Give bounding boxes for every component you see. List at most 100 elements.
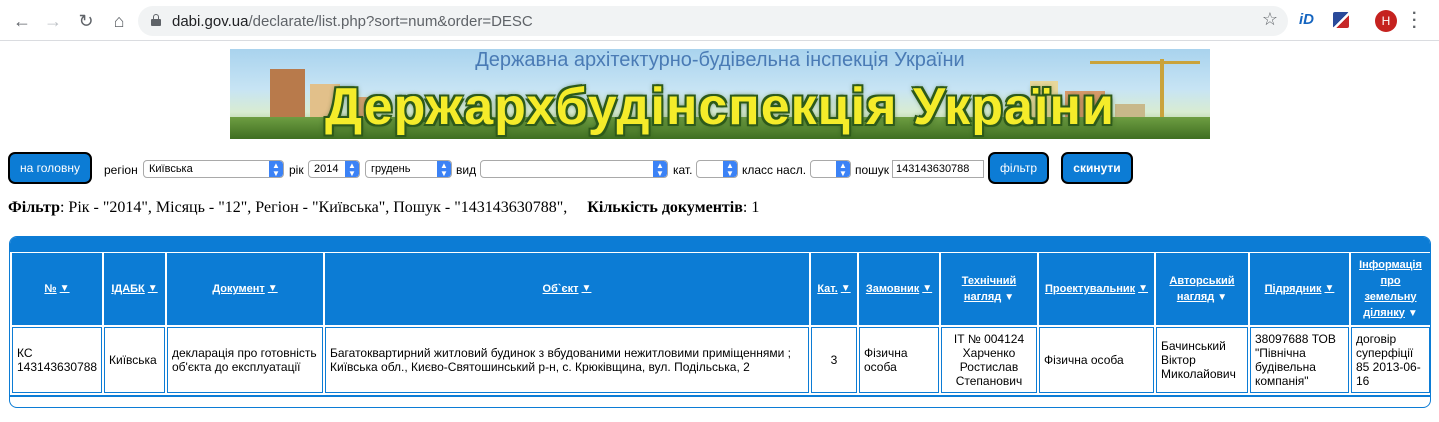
banner-subtitle: Державна архітектурно-будівельна інспекц…	[475, 49, 965, 71]
sort-desc-icon[interactable]: ▼	[60, 281, 70, 297]
reload-icon[interactable]: ↻	[74, 9, 98, 33]
cell-num-value: 143143630788	[17, 360, 98, 374]
class-select[interactable]: ▲ ▼	[810, 160, 851, 178]
back-arrow-icon[interactable]: ←	[10, 9, 34, 33]
year-select[interactable]: 2014 ▲ ▼	[308, 160, 360, 178]
declarations-table: № ▼ ІДАБК ▼ Документ ▼ Об`єкт ▼ Кат. ▼ Замовн…	[9, 236, 1431, 408]
filter-summary-label: Фільтр	[8, 199, 60, 216]
month-select[interactable]: грудень ▲ ▼	[365, 160, 452, 178]
sort-desc-icon[interactable]: ▼	[1004, 290, 1014, 306]
cell-author-line-3: Миколайович	[1161, 367, 1236, 381]
sort-desc-icon[interactable]: ▼	[922, 281, 932, 297]
sort-desc-icon[interactable]: ▼	[841, 281, 851, 297]
address-bar[interactable]: dabi.gov.ua/declarate/list.php?sort=num&…	[138, 6, 1288, 36]
header-idabk-label[interactable]: ІДАБК	[111, 281, 144, 297]
cell-contractor-line-4: компанія"	[1255, 374, 1309, 388]
cell-designer: Фізична особа	[1039, 327, 1154, 393]
header-document-label[interactable]: Документ	[212, 281, 264, 297]
header-author-label-1[interactable]: Авторський	[1169, 273, 1234, 289]
header-land-label-4[interactable]: ділянку	[1363, 307, 1405, 319]
sort-desc-icon[interactable]: ▼	[1217, 290, 1227, 306]
url-text: dabi.gov.ua/declarate/list.php?sort=num&…	[172, 13, 533, 30]
header-object-label[interactable]: Об`єкт	[543, 281, 579, 297]
cell-contractor: 38097688 ТОВ "Північна будівельна компанія"	[1250, 327, 1349, 393]
url-host: dabi.gov.ua	[172, 13, 249, 30]
header-idabk[interactable]: ІДАБК ▼	[104, 253, 165, 325]
header-num[interactable]: № ▼	[12, 253, 102, 325]
region-value: Київська	[149, 163, 193, 175]
region-label: регіон	[104, 163, 138, 177]
home-button[interactable]: на головну	[8, 152, 92, 184]
filter-summary: Фільтр: Рік - "2014", Місяць - "12", Рег…	[8, 199, 759, 217]
sort-desc-icon[interactable]: ▼	[268, 281, 278, 297]
document-count-label: Кількість документів	[587, 199, 743, 216]
header-cat[interactable]: Кат. ▼	[811, 253, 857, 325]
filter-bar: на головну регіон Київська ▲ ▼ рік 2014 ▲ ▼ …	[0, 152, 1439, 186]
forward-arrow-icon[interactable]: →	[41, 9, 65, 33]
cell-object: Багатоквартирний житловий будинок з вбуд…	[325, 327, 809, 393]
category-select[interactable]: ▲ ▼	[696, 160, 738, 178]
header-num-label[interactable]: №	[44, 281, 56, 297]
cell-object-line-2: Київська обл., Києво-Святошинський р-н, …	[330, 360, 750, 374]
cell-customer-line-2: особа	[864, 360, 897, 374]
cell-tech-line-2: Харченко	[962, 346, 1016, 360]
bookmark-star-icon[interactable]: ☆	[1262, 9, 1278, 30]
cell-land-line-2: суперфіції	[1356, 346, 1414, 360]
header-tech-label-2[interactable]: нагляд	[964, 291, 1001, 303]
cell-document-line-1: декларація про готовність	[172, 346, 317, 360]
cell-contractor-line-3: будівельна	[1255, 360, 1316, 374]
header-customer[interactable]: Замовник ▼	[859, 253, 939, 325]
header-land-info[interactable]: Інформація про земельну ділянку ▼	[1351, 253, 1430, 325]
header-land-label-3[interactable]: земельну	[1364, 289, 1416, 305]
sort-desc-icon[interactable]: ▼	[582, 281, 592, 297]
header-document[interactable]: Документ ▼	[167, 253, 323, 325]
select-arrows-icon: ▲ ▼	[723, 161, 737, 177]
more-menu-icon[interactable]: · · ·	[1412, 6, 1422, 36]
header-contractor-label[interactable]: Підрядник	[1265, 281, 1322, 297]
lock-icon	[151, 14, 161, 26]
year-label: рік	[289, 163, 304, 177]
header-designer[interactable]: Проектувальник ▼	[1039, 253, 1154, 325]
cell-num: КС 143143630788	[12, 327, 102, 393]
header-land-label-2[interactable]: про	[1380, 273, 1400, 289]
category-label: кат.	[673, 163, 693, 177]
profile-avatar[interactable]: Н	[1375, 10, 1397, 32]
cell-tech-line-4: Степанович	[955, 374, 1023, 388]
home-icon[interactable]: ⌂	[107, 9, 131, 33]
sort-desc-icon[interactable]: ▼	[1324, 281, 1334, 297]
cell-object-line-1: Багатоквартирний житловий будинок з вбуд…	[330, 346, 791, 360]
cell-customer: Фізична особа	[859, 327, 939, 393]
header-author-label-2[interactable]: нагляд	[1177, 291, 1214, 303]
type-label: вид	[456, 163, 477, 177]
cell-tech-line-3: Ростислав	[959, 360, 1019, 374]
header-land-label-1[interactable]: Інформація	[1359, 257, 1422, 273]
sort-desc-icon[interactable]: ▼	[1408, 306, 1418, 322]
select-arrows-icon: ▲ ▼	[345, 161, 359, 177]
extension-id-icon[interactable]: iD	[1299, 11, 1314, 28]
cell-num-prefix: КС	[17, 346, 33, 360]
header-tech-supervision[interactable]: Технічний нагляд ▼	[941, 253, 1037, 325]
header-designer-label[interactable]: Проектувальник	[1045, 281, 1135, 297]
cell-idabk: Київська	[104, 327, 165, 393]
header-cat-label[interactable]: Кат.	[817, 281, 837, 297]
select-arrows-icon: ▲ ▼	[836, 161, 850, 177]
url-path: /declarate/list.php?sort=num&order=DESC	[248, 13, 533, 30]
sort-desc-icon[interactable]: ▼	[148, 281, 158, 297]
header-author-supervision[interactable]: Авторський нагляд ▼	[1156, 253, 1248, 325]
search-input[interactable]: 143143630788	[892, 160, 984, 178]
reset-button[interactable]: скинути	[1061, 152, 1133, 184]
header-tech-label-1[interactable]: Технічний	[962, 273, 1017, 289]
sort-desc-icon[interactable]: ▼	[1138, 281, 1148, 297]
header-object[interactable]: Об`єкт ▼	[325, 253, 809, 325]
filter-summary-text: : Рік - "2014", Місяць - "12", Регіон - …	[59, 199, 568, 216]
header-customer-label[interactable]: Замовник	[866, 281, 919, 297]
cell-author-line-2: Віктор	[1161, 353, 1196, 367]
type-select[interactable]: ▲ ▼	[480, 160, 668, 178]
region-select[interactable]: Київська ▲ ▼	[143, 160, 284, 178]
filter-button[interactable]: фільтр	[988, 152, 1049, 184]
header-contractor[interactable]: Підрядник ▼	[1250, 253, 1349, 325]
cell-tech-supervision: ІТ № 004124 Харченко Ростислав Степанович	[941, 327, 1037, 393]
year-value: 2014	[314, 163, 339, 175]
cell-document-line-2: об'єкта до експлуатації	[172, 360, 301, 374]
extension-icon[interactable]	[1333, 12, 1349, 28]
